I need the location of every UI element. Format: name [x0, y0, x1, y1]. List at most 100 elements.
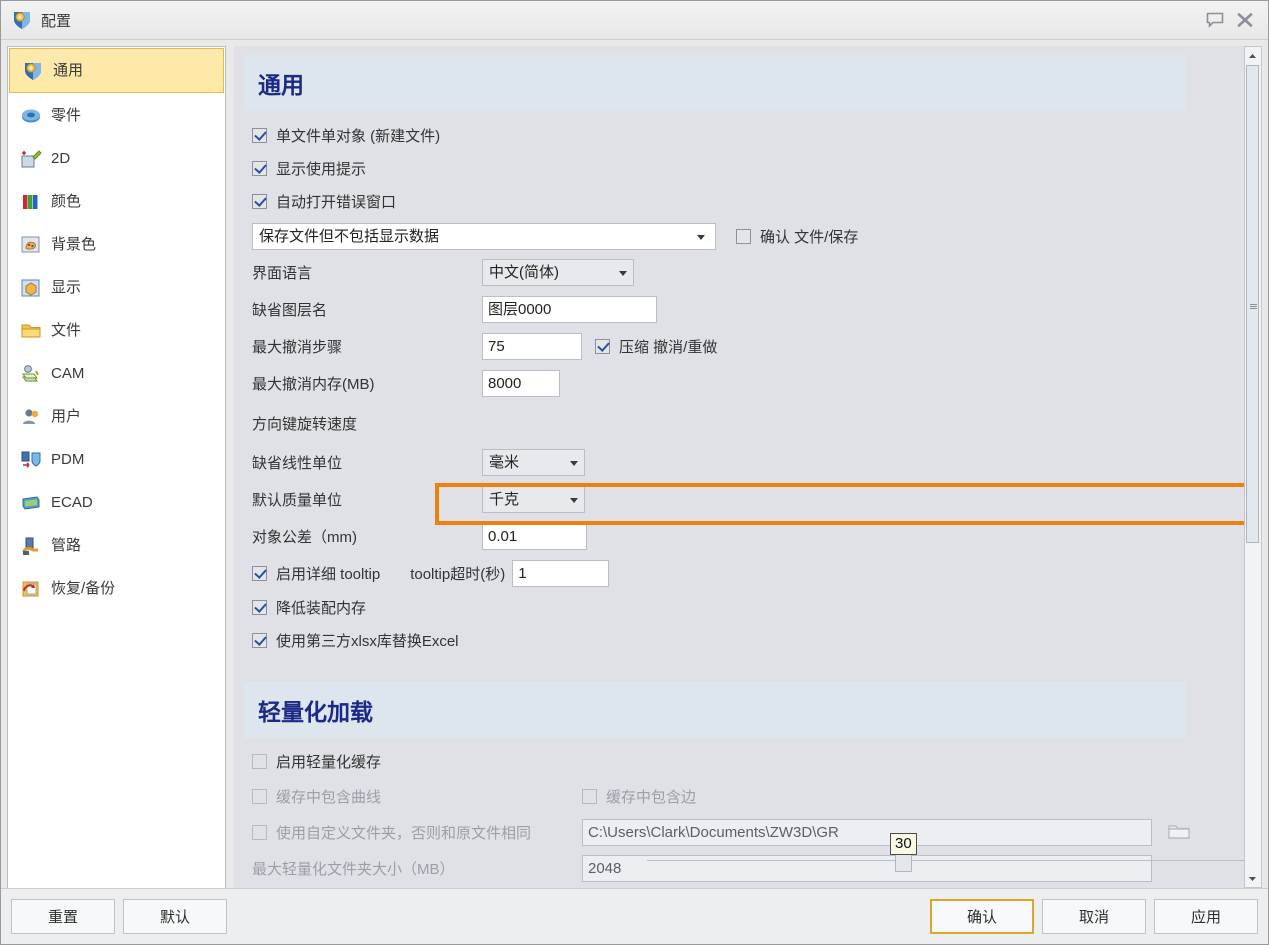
sidebar-item-label: 用户 [51, 408, 82, 425]
select-linear-unit[interactable]: 毫米 [482, 449, 585, 476]
sidebar-item-label: PDM [51, 451, 85, 468]
part-icon [20, 105, 42, 127]
chevron-down-icon [570, 461, 578, 466]
comment-icon[interactable] [1200, 7, 1230, 33]
label-object-tolerance: 对象公差（mm) [252, 529, 357, 546]
sidebar-item-part[interactable]: 零件 [8, 94, 225, 137]
label-linear-unit: 缺省线性单位 [252, 455, 343, 472]
row-auto-open-error[interactable]: 自动打开错误窗口 [244, 185, 1244, 218]
scrollbar-grip-icon [1250, 304, 1257, 309]
apply-button[interactable]: 应用 [1154, 899, 1258, 934]
label-auto-open-error: 自动打开错误窗口 [276, 194, 397, 211]
select-linear-unit-value: 毫米 [489, 454, 520, 471]
checkbox-cache-include-curves[interactable] [252, 789, 267, 804]
input-max-undo-memory[interactable]: 8000 [482, 370, 560, 397]
sidebar-item-piping[interactable]: 管路 [8, 524, 225, 567]
default-button[interactable]: 默认 [123, 899, 227, 934]
color-bars-icon [20, 191, 42, 213]
sidebar-item-cam[interactable]: CAM [8, 352, 225, 395]
select-mass-unit[interactable]: 千克 [482, 486, 585, 513]
sidebar-item-label: 通用 [53, 62, 84, 79]
checkbox-third-party-xlsx[interactable] [252, 633, 267, 648]
row-interface-language: 界面语言 中文(简体) [244, 254, 1244, 291]
slider-handle[interactable] [895, 853, 912, 872]
input-custom-folder-path[interactable]: C:\Users\Clark\Documents\ZW3D\GR [582, 818, 1152, 846]
pdm-icon [20, 449, 42, 471]
group-cache-edges[interactable]: 缓存中包含边 [582, 786, 696, 807]
row-arrow-rotate-speed: 方向键旋转速度 30 [244, 402, 1244, 872]
vertical-scrollbar[interactable] [1245, 46, 1262, 888]
settings-scroll-content: 通用 单文件单对象 (新建文件) 显示使用提示 自动打开错误窗口 保存文件但不包… [234, 46, 1245, 888]
slider-track [647, 860, 1244, 861]
checkbox-use-custom-folder[interactable] [252, 824, 267, 840]
scroll-up-icon[interactable] [1245, 47, 1260, 64]
group-cache-curves[interactable]: 缓存中包含曲线 [252, 786, 582, 807]
row-save-mode: 保存文件但不包括显示数据 确认 文件/保存 [244, 218, 1244, 254]
close-icon[interactable] [1230, 7, 1260, 33]
sidebar-item-ecad[interactable]: ECAD [8, 481, 225, 524]
row-linear-unit: 缺省线性单位 毫米 [244, 444, 1244, 481]
label-confirm-file-save: 确认 文件/保存 [760, 228, 859, 246]
label-reduce-assembly-memory: 降低装配内存 [276, 600, 367, 617]
section-heading-general: 通用 [244, 55, 1186, 111]
sidebar-item-pdm[interactable]: PDM [8, 438, 225, 481]
label-enable-lightweight-cache: 启用轻量化缓存 [276, 754, 382, 771]
row-single-file-single-object[interactable]: 单文件单对象 (新建文件) [244, 119, 1244, 152]
label-mass-unit: 默认质量单位 [252, 492, 343, 509]
checkbox-single-file-single-object[interactable] [252, 128, 267, 143]
checkbox-show-tips[interactable] [252, 161, 267, 176]
display-box-icon [20, 277, 42, 299]
label-compress-undo-redo: 压缩 撤消/重做 [619, 339, 718, 356]
input-tooltip-timeout[interactable]: 1 [512, 559, 610, 587]
sidebar-item-file[interactable]: 文件 [8, 309, 225, 352]
select-save-mode[interactable]: 保存文件但不包括显示数据 [252, 222, 716, 250]
sidebar-item-recover-backup[interactable]: 恢复/备份 [8, 567, 225, 610]
palette-icon [20, 234, 42, 256]
checkbox-enable-detailed-tooltip[interactable] [252, 565, 267, 581]
sidebar-item-label: 管路 [51, 537, 82, 554]
sidebar-item-user[interactable]: 用户 [8, 395, 225, 438]
row-reduce-assembly-memory[interactable]: 降低装配内存 [244, 591, 1244, 624]
select-save-mode-value: 保存文件但不包括显示数据 [259, 227, 440, 245]
shield-gear-icon [22, 60, 44, 82]
sidebar-item-label: 2D [51, 150, 71, 167]
sidebar-item-general[interactable]: 通用 [9, 48, 224, 93]
label-use-custom-folder: 使用自定义文件夹，否则和原文件相同 [276, 824, 532, 842]
slider-arrow-rotate-speed[interactable]: 30 [262, 833, 1244, 875]
checkbox-confirm-file-save[interactable] [736, 228, 751, 244]
label-enable-detailed-tooltip: 启用详细 tooltip [276, 565, 381, 583]
sidebar-item-label: 零件 [51, 107, 82, 124]
checkbox-cache-include-edges[interactable] [582, 789, 597, 804]
row-enable-lightweight-cache[interactable]: 启用轻量化缓存 [244, 744, 1244, 779]
input-object-tolerance[interactable]: 0.01 [482, 523, 587, 550]
sidebar-item-2d[interactable]: 2D [8, 137, 225, 180]
row-third-party-xlsx[interactable]: 使用第三方xlsx库替换Excel [244, 624, 1244, 657]
ok-button[interactable]: 确认 [930, 899, 1034, 934]
chevron-down-icon [697, 234, 705, 240]
checkbox-auto-open-error[interactable] [252, 194, 267, 209]
cancel-button[interactable]: 取消 [1042, 899, 1146, 934]
group-custom-folder[interactable]: 使用自定义文件夹，否则和原文件相同 [252, 822, 582, 843]
dialog-footer: 重置 默认 确认 取消 应用 [1, 888, 1268, 944]
sidebar-item-display[interactable]: 显示 [8, 266, 225, 309]
sidebar-item-background-color[interactable]: 背景色 [8, 223, 225, 266]
configuration-dialog: 配置 通用 零件 2D 颜色 背景色 显示 文件 CAM 用户 PDM ECAD… [0, 0, 1269, 945]
sidebar-item-color[interactable]: 颜色 [8, 180, 225, 223]
sidebar-item-label: 背景色 [51, 236, 97, 253]
select-mass-unit-value: 千克 [489, 491, 520, 508]
input-default-layer-name[interactable]: 图层0000 [482, 296, 657, 323]
checkbox-compress-undo-redo[interactable] [595, 339, 610, 354]
label-default-layer-name: 缺省图层名 [252, 302, 328, 319]
row-object-tolerance: 对象公差（mm) 0.01 [244, 518, 1244, 555]
row-max-undo-steps: 最大撤消步骤 75 压缩 撤消/重做 [244, 328, 1244, 365]
reset-button[interactable]: 重置 [11, 899, 115, 934]
checkbox-enable-lightweight-cache[interactable] [252, 754, 267, 769]
folder-browse-icon[interactable] [1166, 820, 1192, 845]
checkbox-reduce-assembly-memory[interactable] [252, 600, 267, 615]
select-interface-language[interactable]: 中文(简体) [482, 259, 634, 286]
input-max-undo-steps[interactable]: 75 [482, 333, 582, 360]
sidebar-item-label: 显示 [51, 279, 82, 296]
row-show-tips[interactable]: 显示使用提示 [244, 152, 1244, 185]
scrollbar-thumb[interactable] [1246, 65, 1259, 543]
scroll-down-icon[interactable] [1245, 870, 1260, 887]
